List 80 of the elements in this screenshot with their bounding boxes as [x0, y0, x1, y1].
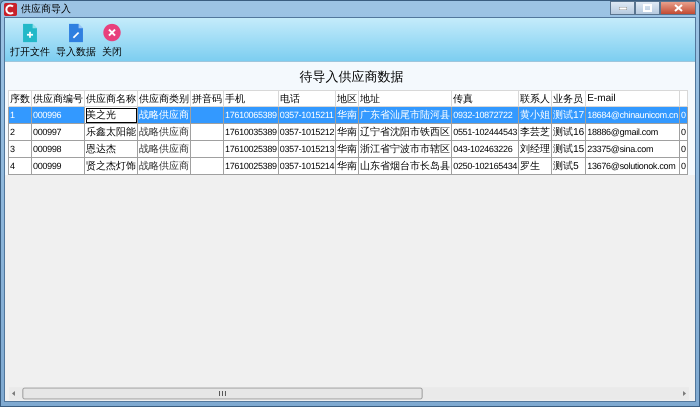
- minimize-button[interactable]: [610, 1, 635, 15]
- toolbar-button[interactable]: 打开文件: [9, 21, 51, 61]
- table-cell: 0357-1015214: [278, 158, 336, 174]
- table-cell: 0357-1015213: [278, 140, 336, 158]
- table-cell: 17610025389: [224, 140, 278, 158]
- table-cell: 18886@gmail.com: [586, 124, 680, 140]
- table-cell: [190, 140, 224, 158]
- table-cell: 17610035389: [224, 124, 278, 140]
- table-cell: 1: [8, 106, 32, 124]
- file-plus-icon: [20, 23, 40, 43]
- close-circle-icon: [102, 23, 122, 43]
- table-cell: 13676@solutionok.com: [586, 158, 680, 174]
- table-cell: 华南: [336, 106, 359, 124]
- table-cell: 000999: [32, 158, 84, 174]
- table-cell: 0551-102444543: [452, 124, 519, 140]
- minimize-icon: [618, 6, 626, 10]
- column-header[interactable]: 供应商编号: [32, 90, 84, 106]
- table-cell: 浙江省宁波市市辖区: [358, 140, 452, 158]
- table-cell: 23375@sina.com: [586, 140, 680, 158]
- table-cell: 测试17: [552, 106, 586, 124]
- table-cell: 战略供应商: [138, 124, 190, 140]
- table-cell: 18684@chinaunicom.cn: [586, 106, 680, 124]
- table-cell: 罗生: [518, 158, 552, 174]
- table-cell: 测试5: [552, 158, 586, 174]
- table-cell: 黄小姐: [518, 106, 552, 124]
- table-cell: 华南: [336, 140, 359, 158]
- table-cell: 0932-10872722: [452, 106, 519, 124]
- window-title: 供应商导入: [21, 2, 72, 16]
- toolbar-button[interactable]: 关闭: [101, 21, 123, 61]
- table-cell: 恩达杰: [84, 140, 138, 158]
- table-cell: 战略供应商: [138, 140, 190, 158]
- table-cell: 043-102463226: [452, 140, 519, 158]
- column-header[interactable]: 手机: [224, 90, 278, 106]
- column-header[interactable]: E-mail: [586, 90, 680, 106]
- file-pencil-icon: [66, 23, 86, 43]
- table-heading: 待导入供应商数据: [298, 68, 404, 86]
- table-cell: 战略供应商: [138, 158, 190, 174]
- table-cell: 000998: [32, 140, 84, 158]
- editing-cell[interactable]: 美之光: [84, 106, 138, 124]
- table-cell: 000997: [32, 124, 84, 140]
- table-cell: 广东省汕尾市陆河县: [358, 106, 452, 124]
- column-header[interactable]: 联系人: [518, 90, 552, 106]
- column-header[interactable]: 供应商名称: [84, 90, 138, 106]
- column-header[interactable]: 序数: [8, 90, 32, 106]
- table-cell: [190, 124, 224, 140]
- table-cell: 辽宁省沈阳市铁西区: [358, 124, 452, 140]
- table-cell: 17610065389: [224, 106, 278, 124]
- table-cell: 4: [8, 158, 32, 174]
- table-cell: 战略供应商: [138, 106, 190, 124]
- table-cell: 0357-1015212: [278, 124, 336, 140]
- close-icon: [674, 4, 682, 12]
- table-cell: 刘经理: [518, 140, 552, 158]
- close-button[interactable]: [660, 1, 696, 15]
- table-cell: 华南: [336, 158, 359, 174]
- column-header[interactable]: 传真: [452, 90, 519, 106]
- column-header[interactable]: 拼音码: [190, 90, 224, 106]
- table-cell: 华南: [336, 124, 359, 140]
- toolbar-button[interactable]: 导入数据: [55, 21, 97, 61]
- table-cell: 17610025389: [224, 158, 278, 174]
- column-header[interactable]: 地区: [336, 90, 359, 106]
- table-cell: 李芸芝: [518, 124, 552, 140]
- maximize-button[interactable]: [635, 1, 660, 15]
- table-cell: 贤之杰灯饰: [84, 158, 138, 174]
- table-cell: 测试15: [552, 140, 586, 158]
- table-cell: 乐鑫太阳能: [84, 124, 138, 140]
- table-cell: 测试16: [552, 124, 586, 140]
- column-header[interactable]: 电话: [278, 90, 336, 106]
- column-header[interactable]: 业务员: [552, 90, 586, 106]
- table-cell: [190, 106, 224, 124]
- table-cell: 2: [8, 124, 32, 140]
- app-logo-icon: [4, 2, 17, 16]
- column-header[interactable]: 供应商类别: [138, 90, 190, 106]
- maximize-icon: [643, 4, 652, 12]
- table-cell: 3: [8, 140, 32, 158]
- table-cell: 0250-102165434: [452, 158, 519, 174]
- column-header[interactable]: 地址: [358, 90, 452, 106]
- table-cell: 0357-1015211: [278, 106, 336, 124]
- table-cell: 山东省烟台市长岛县: [358, 158, 452, 174]
- table-cell: 000996: [32, 106, 84, 124]
- table-cell: [190, 158, 224, 174]
